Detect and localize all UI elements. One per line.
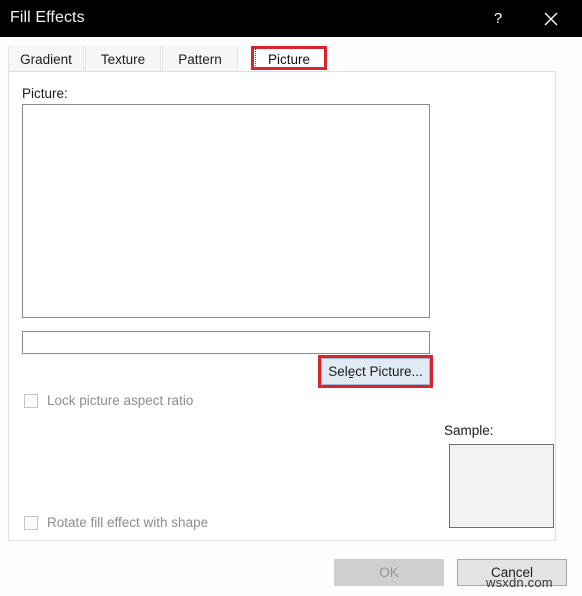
tab-pattern-label: Pattern [178, 51, 222, 67]
rotate-fill-effect-with-shape-label: Rotate fill effect with shape [47, 515, 209, 530]
window-title: Fill Effects [10, 9, 85, 26]
picture-preview-box[interactable] [22, 104, 430, 318]
picture-path-input[interactable] [22, 331, 430, 354]
tab-texture-label: Texture [100, 51, 146, 67]
select-picture-button[interactable]: Select Picture... [321, 358, 430, 385]
tab-pattern[interactable]: Pattern [162, 46, 238, 72]
help-icon[interactable]: ? [475, 0, 521, 37]
ok-button[interactable]: OK [334, 559, 444, 586]
tab-texture[interactable]: Texture [85, 46, 161, 72]
sample-preview-swatch [449, 444, 554, 528]
tab-strip: Gradient Texture Pattern Picture [0, 37, 582, 72]
tab-gradient-label: Gradient [20, 51, 72, 67]
checkbox-icon[interactable] [24, 515, 38, 530]
picture-field-label: Picture: [22, 86, 68, 101]
fill-effects-dialog: Fill Effects ? Gradient Texture Pattern … [0, 0, 582, 596]
ok-button-label: OK [379, 565, 399, 580]
tab-picture-label: Picture [267, 51, 311, 67]
close-icon[interactable] [528, 0, 574, 37]
watermark: wsxdn.com [486, 575, 553, 590]
tab-picture[interactable]: Picture [253, 46, 325, 72]
checkbox-icon[interactable] [24, 393, 38, 408]
select-picture-button-label: Select Picture... [328, 364, 423, 379]
lock-picture-aspect-ratio-checkbox-row[interactable]: Lock picture aspect ratio [24, 393, 193, 408]
lock-picture-aspect-ratio-label: Lock picture aspect ratio [47, 393, 194, 408]
rotate-fill-effect-with-shape-checkbox-row[interactable]: Rotate fill effect with shape [24, 515, 208, 530]
title-bar: Fill Effects ? [0, 0, 582, 37]
sample-label: Sample: [444, 423, 494, 438]
tab-gradient[interactable]: Gradient [8, 46, 84, 72]
